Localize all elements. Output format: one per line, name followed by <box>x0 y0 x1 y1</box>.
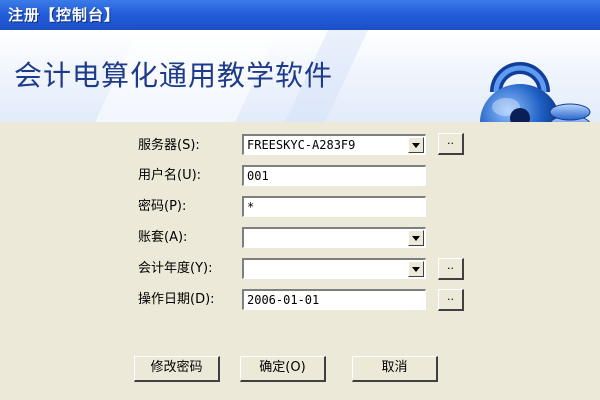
cancel-button[interactable]: 取消 <box>352 356 438 382</box>
change-password-button[interactable]: 修改密码 <box>134 356 220 382</box>
username-label: 用户名(U): <box>138 168 202 183</box>
ok-button[interactable]: 确定(O) <box>240 356 326 382</box>
date-input[interactable]: 2006-01-01 <box>242 289 426 310</box>
chevron-down-icon[interactable] <box>408 261 424 277</box>
username-input[interactable]: 001 <box>242 165 426 186</box>
date-browse-button[interactable]: .. <box>438 289 464 311</box>
login-form: 服务器(S): FREESKYC-A283F9 .. 用户名(U): 001 密… <box>0 122 600 400</box>
server-select[interactable]: FREESKYC-A283F9 <box>242 134 426 155</box>
year-select[interactable] <box>242 258 426 279</box>
chevron-down-icon[interactable] <box>408 230 424 246</box>
window-title: 注册【控制台】 <box>0 0 600 30</box>
password-label: 密码(P): <box>138 199 187 214</box>
year-label: 会计年度(Y): <box>138 261 213 276</box>
date-label: 操作日期(D): <box>138 292 215 307</box>
password-input[interactable]: * <box>242 196 426 217</box>
year-browse-button[interactable]: .. <box>438 258 464 280</box>
account-select[interactable] <box>242 227 426 248</box>
server-label: 服务器(S): <box>138 138 200 153</box>
server-browse-button[interactable]: .. <box>438 133 464 155</box>
account-label: 账套(A): <box>138 230 188 245</box>
chevron-down-icon[interactable] <box>408 137 424 153</box>
server-value: FREESKYC-A283F9 <box>247 138 356 152</box>
app-title: 会计电算化通用教学软件 <box>14 59 334 92</box>
